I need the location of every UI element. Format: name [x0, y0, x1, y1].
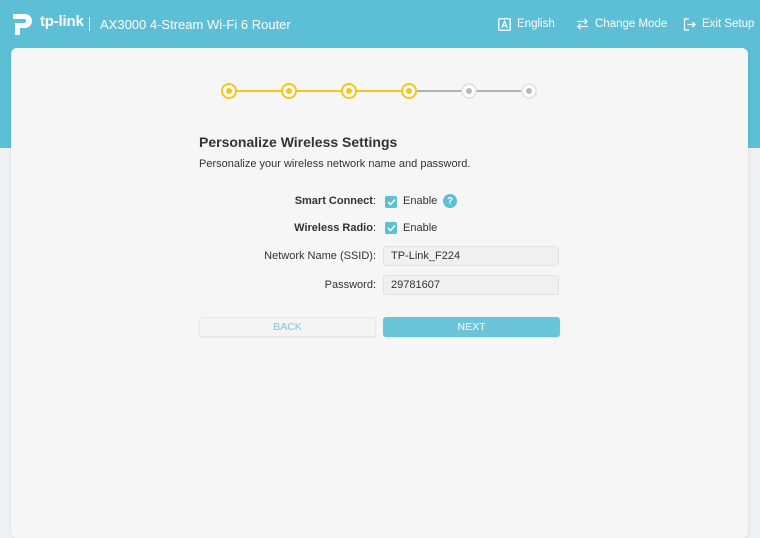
change-mode-label: Change Mode [595, 18, 668, 30]
language-button[interactable]: English [498, 14, 555, 34]
password-label: Password: [324, 279, 376, 291]
wireless-radio-enable-label[interactable]: Enable [403, 222, 437, 234]
wireless-radio-label: Wireless Radio: [201, 222, 376, 234]
password-input[interactable]: 29781607 [383, 275, 559, 295]
brand-name: tp-link [40, 12, 84, 30]
wireless-radio-colon: : [372, 222, 376, 234]
tp-link-logo: tp-link [11, 11, 84, 37]
page-title: Personalize Wireless Settings [199, 134, 398, 150]
top-bar: tp-link AX3000 4-Stream Wi-Fi 6 Router E… [0, 0, 760, 48]
wireless-radio-checkbox[interactable] [385, 222, 397, 234]
smart-connect-label: Smart Connect: [201, 195, 376, 207]
step-6 [521, 83, 537, 99]
router-model: AX3000 4-Stream Wi-Fi 6 Router [100, 17, 291, 32]
change-mode-button[interactable]: Change Mode [576, 14, 667, 34]
language-label: English [517, 18, 555, 30]
checkmark-icon [386, 224, 396, 232]
page-subtitle: Personalize your wireless network name a… [199, 158, 471, 170]
help-icon[interactable]: ? [443, 194, 457, 208]
checkmark-icon [386, 198, 396, 206]
smart-connect-label-text: Smart Connect [294, 195, 373, 207]
change-mode-icon [577, 18, 588, 30]
header-divider [89, 17, 90, 31]
exit-setup-label: Exit Setup [702, 18, 755, 30]
ssid-input[interactable]: TP-Link_F224 [383, 246, 559, 266]
step-5 [461, 83, 477, 99]
exit-setup-button[interactable]: Exit Setup [683, 14, 754, 34]
tp-link-logo-icon [13, 14, 32, 35]
step-1 [221, 83, 237, 99]
wireless-radio-label-text: Wireless Radio [294, 222, 373, 234]
setup-card: Personalize Wireless Settings Personaliz… [11, 48, 748, 538]
exit-icon [683, 17, 696, 31]
stepper-line-completed [236, 90, 408, 92]
language-icon [498, 17, 511, 31]
smart-connect-checkbox[interactable] [385, 196, 397, 208]
back-button[interactable]: BACK [199, 317, 376, 337]
smart-connect-colon: : [372, 195, 376, 207]
ssid-label: Network Name (SSID): [264, 250, 376, 262]
step-2 [281, 83, 297, 99]
progress-stepper [11, 48, 748, 148]
next-button[interactable]: NEXT [383, 317, 560, 337]
step-3 [341, 83, 357, 99]
smart-connect-enable-label[interactable]: Enable [403, 195, 437, 207]
step-4 [401, 83, 417, 99]
